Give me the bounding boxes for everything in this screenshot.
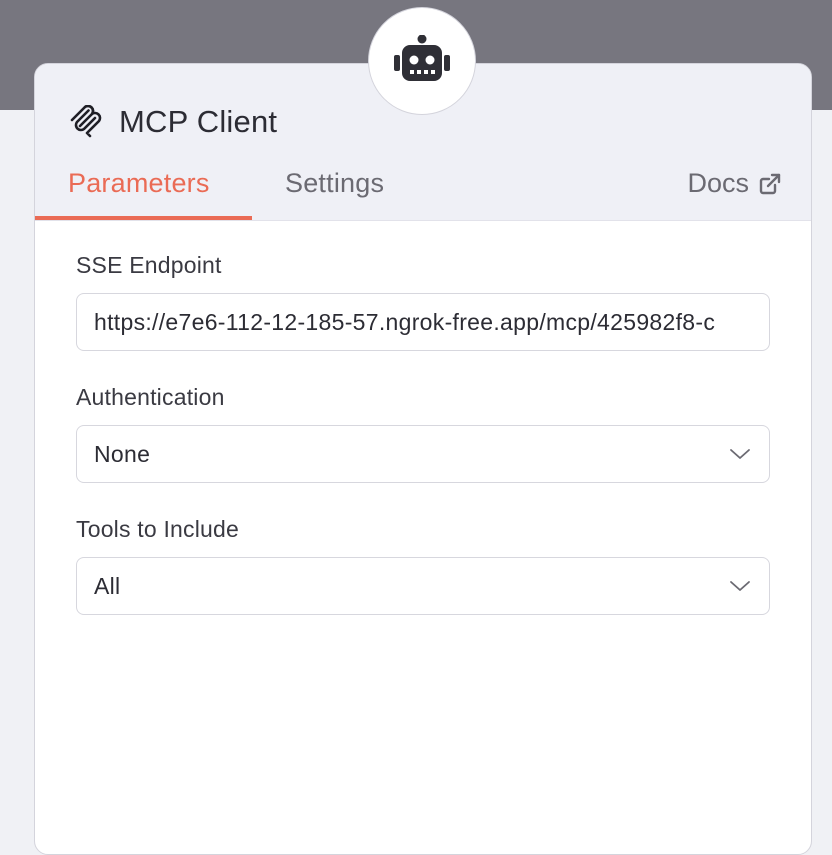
- chevron-down-icon: [729, 577, 751, 595]
- authentication-value: None: [94, 441, 151, 467]
- tools-to-include-select[interactable]: All: [76, 557, 770, 615]
- tools-to-include-label: Tools to Include: [76, 516, 240, 542]
- tools-to-include-value: All: [94, 573, 121, 599]
- tab-parameters[interactable]: Parameters: [68, 168, 210, 199]
- node-title-row: MCP Client: [69, 102, 277, 142]
- node-title[interactable]: MCP Client: [119, 104, 277, 140]
- docs-label: Docs: [687, 168, 749, 198]
- node-settings-panel: MCP Client Parameters Settings Docs SSE …: [34, 63, 812, 855]
- authentication-select[interactable]: None: [76, 425, 770, 483]
- chevron-down-icon: [729, 445, 751, 463]
- docs-link[interactable]: Docs: [687, 168, 781, 199]
- authentication-label: Authentication: [76, 384, 225, 410]
- sse-endpoint-label: SSE Endpoint: [76, 252, 222, 278]
- external-link-icon: [759, 173, 781, 195]
- node-icon-badge: [368, 7, 476, 115]
- tab-settings[interactable]: Settings: [285, 168, 384, 199]
- sse-endpoint-input[interactable]: https://e7e6-112-12-185-57.ngrok-free.ap…: [76, 293, 770, 351]
- active-tab-indicator: [35, 216, 252, 220]
- mcp-logo-icon: [69, 105, 103, 139]
- sse-endpoint-value: https://e7e6-112-12-185-57.ngrok-free.ap…: [94, 309, 716, 335]
- robot-icon: [393, 34, 451, 88]
